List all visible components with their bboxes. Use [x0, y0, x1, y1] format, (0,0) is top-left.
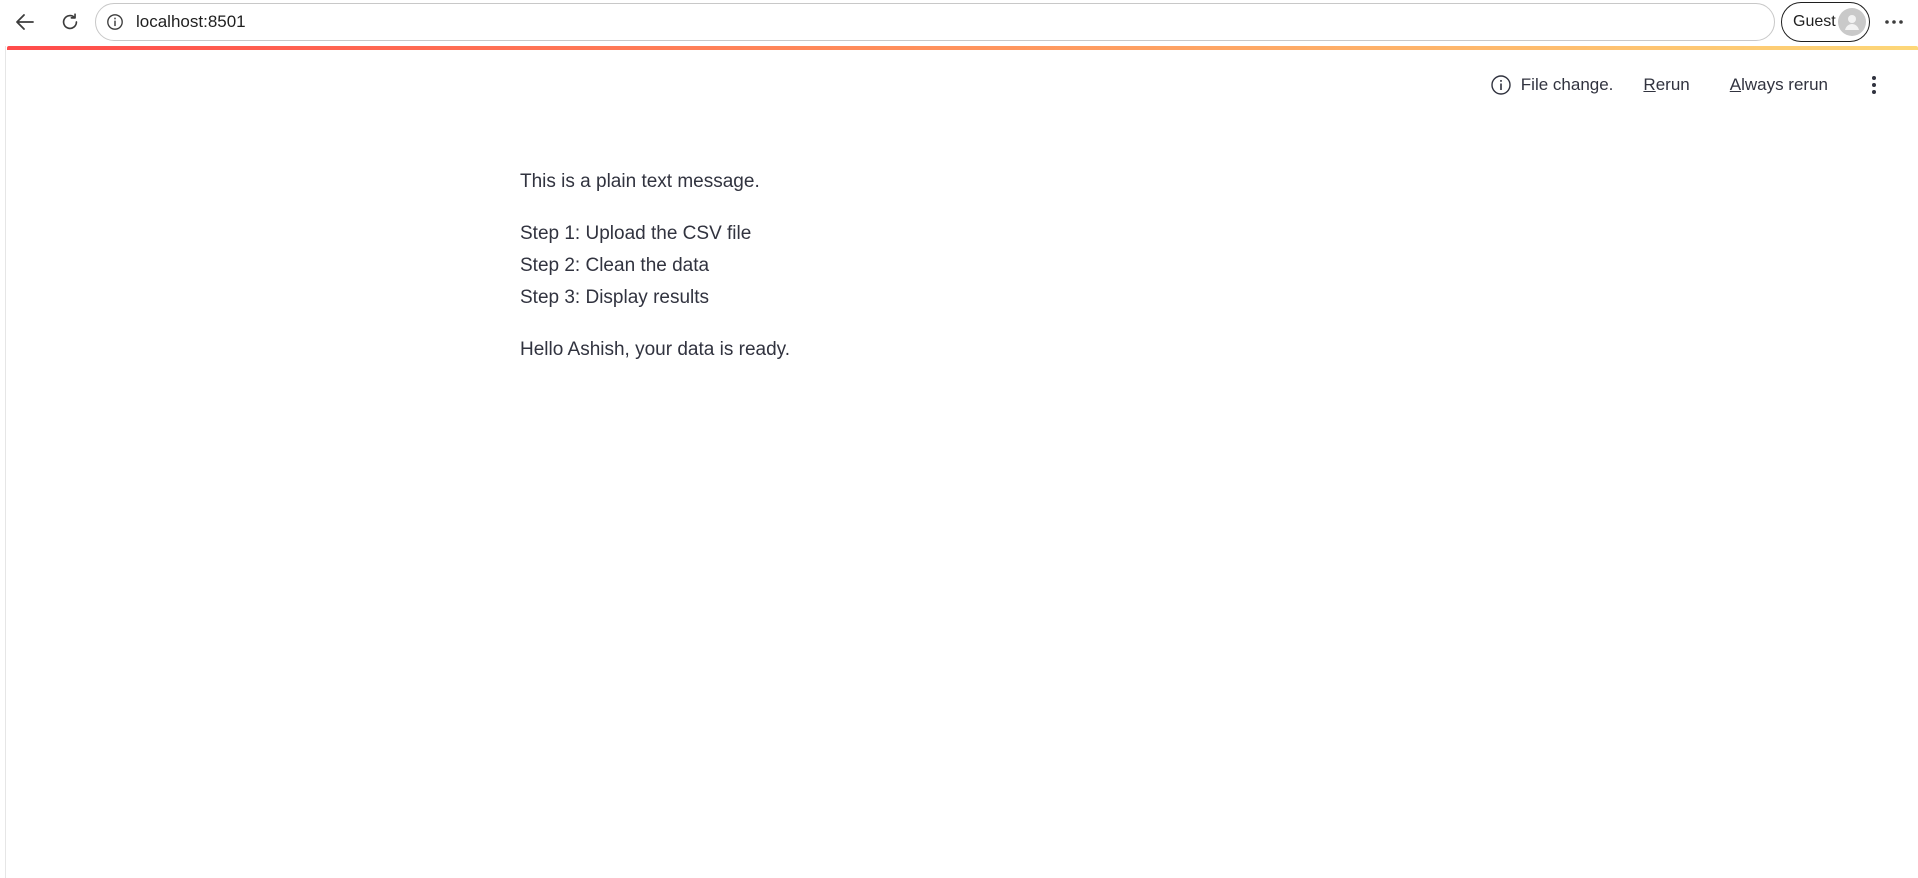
guest-avatar-icon	[1838, 8, 1866, 36]
step-item: Step 1: Upload the CSV file	[520, 223, 752, 244]
more-vertical-icon	[1872, 76, 1876, 94]
main-menu-button[interactable]	[1862, 73, 1886, 97]
greeting-message: Hello Ashish, your data is ready.	[520, 339, 791, 360]
arrow-left-icon	[16, 14, 34, 30]
info-icon	[1489, 73, 1513, 97]
rerun-button[interactable]: Rerun	[1643, 75, 1689, 95]
browser-menu-button[interactable]	[1878, 8, 1910, 36]
app-status-bar	[7, 46, 1918, 50]
rerun-access-key: R	[1643, 75, 1656, 94]
profile-label: Guest	[1793, 13, 1836, 30]
main-content: This is a plain text message. Step 1: Up…	[520, 166, 1420, 366]
site-info-icon[interactable]	[106, 13, 124, 31]
profile-button[interactable]: Guest	[1781, 2, 1870, 42]
app-toolbar: File change. Rerun Always rerun	[1489, 70, 1886, 100]
browser-toolbar: localhost:8501 Guest	[0, 0, 1918, 44]
always-rerun-button[interactable]: Always rerun	[1730, 75, 1828, 95]
always-rerun-label: lways rerun	[1741, 75, 1828, 94]
file-change-status: File change.	[1520, 75, 1614, 94]
more-horizontal-icon	[1885, 20, 1903, 24]
address-bar[interactable]: localhost:8501	[95, 3, 1775, 41]
rerun-label: erun	[1655, 75, 1690, 94]
reload-button[interactable]	[54, 6, 86, 38]
plain-text-message: This is a plain text message.	[520, 171, 760, 192]
reload-icon	[62, 13, 78, 30]
step-item: Step 2: Clean the data	[520, 255, 710, 276]
step-item: Step 3: Display results	[520, 287, 710, 308]
steps-list: Step 1: Upload the CSV file Step 2: Clea…	[520, 218, 1420, 314]
back-button[interactable]	[9, 6, 41, 38]
always-rerun-access-key: A	[1729, 75, 1742, 94]
url-text[interactable]: localhost:8501	[136, 12, 246, 32]
